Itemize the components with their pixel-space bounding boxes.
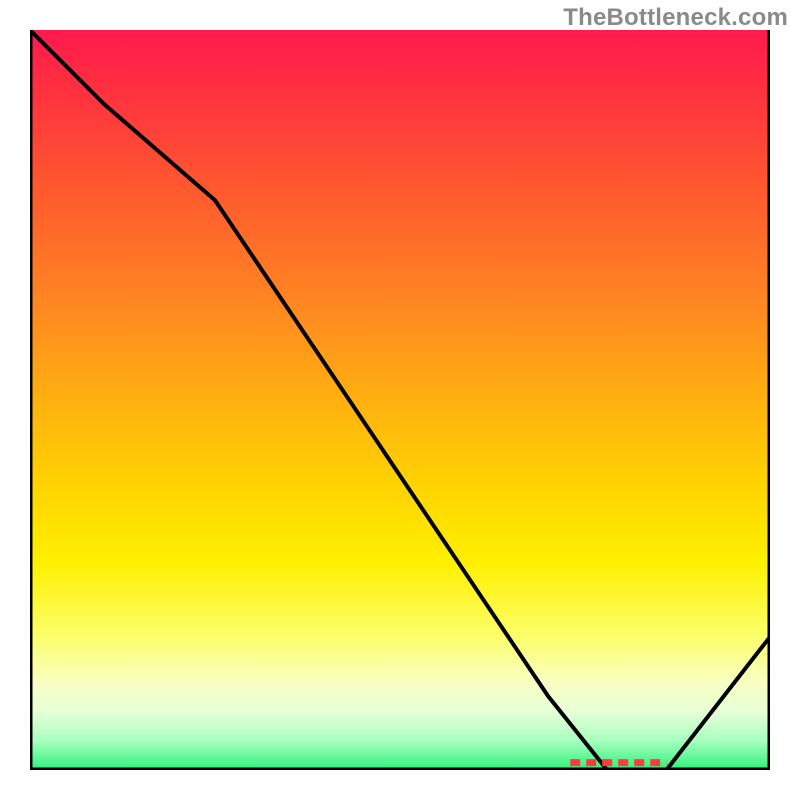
watermark-text: TheBottleneck.com <box>563 4 788 32</box>
chart-container: TheBottleneck.com <box>0 0 800 800</box>
plot-area <box>30 30 770 770</box>
plot-background-gradient <box>30 30 770 770</box>
